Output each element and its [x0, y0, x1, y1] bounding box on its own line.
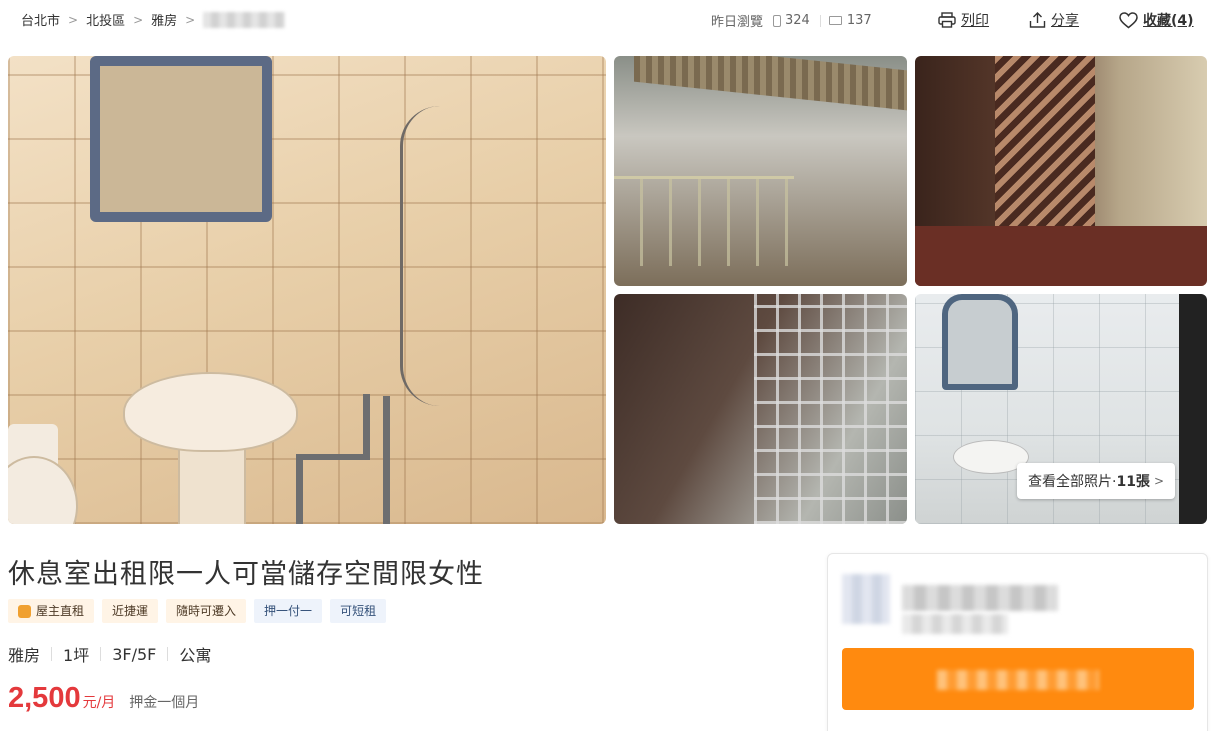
favorite-button[interactable]: 收藏(4) — [1119, 10, 1194, 30]
tag-deposit: 押一付一 — [254, 599, 323, 623]
pipe — [363, 394, 370, 460]
contact-button[interactable] — [842, 648, 1194, 710]
breadcrumb-district[interactable]: 北投區 — [86, 10, 125, 29]
pipe — [296, 454, 366, 460]
share-icon — [1029, 12, 1046, 28]
tag-move-in: 隨時可遷入 — [166, 599, 247, 623]
mobile-views: 324 — [785, 13, 810, 28]
contact-card — [827, 553, 1208, 731]
window-grille — [754, 294, 907, 524]
pipe — [296, 454, 303, 524]
breadcrumb: 台北市 > 北投區 > 雅房 > — [21, 10, 286, 29]
photo-count: 11張 — [1116, 474, 1150, 490]
door-edge — [1179, 294, 1207, 524]
awning — [634, 56, 907, 111]
spec-floor: 3F/5F — [112, 644, 157, 664]
see-all-photos-button[interactable]: 查看全部照片· 11張 > — [1017, 463, 1175, 499]
spec-building: 公寓 — [179, 646, 212, 665]
breadcrumb-redacted — [203, 11, 286, 28]
railing — [614, 176, 794, 266]
sink-basin — [123, 372, 298, 452]
top-bar: 台北市 > 北投區 > 雅房 > 昨日瀏覽 324 137 列印 分享 收藏(4… — [0, 0, 1230, 40]
chevron-right-icon: > — [1153, 474, 1164, 488]
avatar — [842, 574, 890, 624]
share-label: 分享 — [1051, 13, 1079, 29]
mirror — [942, 294, 1018, 390]
contact-sub-redacted — [902, 614, 1008, 634]
breadcrumb-separator: > — [68, 12, 79, 27]
floor — [915, 226, 1207, 286]
breadcrumb-separator: > — [185, 12, 196, 27]
views-label: 昨日瀏覽 — [711, 15, 764, 30]
see-all-label: 查看全部照片· — [1028, 474, 1117, 490]
breadcrumb-city[interactable]: 台北市 — [21, 10, 60, 29]
mobile-icon — [773, 14, 782, 27]
breadcrumb-separator: > — [133, 12, 144, 27]
divider — [100, 647, 102, 661]
desktop-views: 137 — [846, 13, 872, 28]
mirror — [90, 56, 272, 222]
share-button[interactable]: 分享 — [1029, 10, 1079, 30]
grille — [995, 56, 1095, 226]
tag-metro: 近捷運 — [102, 599, 159, 623]
tag-label: 押一付一 — [264, 604, 313, 618]
owner-badge-icon — [18, 604, 31, 618]
heart-icon — [1119, 11, 1138, 28]
printer-icon — [938, 12, 956, 28]
divider — [167, 647, 169, 661]
contact-button-label-redacted — [937, 670, 1099, 690]
listing-title: 休息室出租限一人可當儲存空間限女性 — [8, 559, 484, 590]
balcony-rack-photo[interactable] — [614, 294, 907, 524]
contact-name-redacted — [902, 585, 1058, 611]
tag-label: 可短租 — [340, 604, 377, 618]
shower-hose — [400, 106, 440, 406]
deposit-info: 押金一個月 — [129, 695, 200, 711]
divider — [819, 14, 821, 27]
tag-short-term: 可短租 — [330, 599, 387, 623]
main-photo[interactable] — [8, 56, 606, 524]
breadcrumb-type[interactable]: 雅房 — [151, 10, 177, 29]
tag-label: 屋主直租 — [36, 604, 85, 618]
print-button[interactable]: 列印 — [938, 10, 989, 30]
sink-pedestal — [178, 446, 246, 524]
doorway-photo[interactable] — [915, 56, 1207, 286]
tag-owner: 屋主直租 — [8, 599, 95, 623]
price-value: 2,500 — [8, 682, 81, 714]
print-label: 列印 — [961, 13, 989, 29]
spec-type: 雅房 — [8, 646, 41, 665]
pipe — [383, 396, 390, 524]
tag-label: 近捷運 — [112, 604, 149, 618]
tag-label: 隨時可遷入 — [176, 604, 237, 618]
divider — [51, 647, 53, 661]
view-stats: 昨日瀏覽 324 137 — [711, 11, 872, 30]
tag-list: 屋主直租 近捷運 隨時可遷入 押一付一 可短租 — [8, 599, 394, 623]
balcony-photo[interactable] — [614, 56, 907, 286]
listing-specs: 雅房 1坪 3F/5F 公寓 — [8, 642, 211, 666]
price-unit: 元/月 — [82, 695, 116, 711]
desktop-icon — [828, 16, 842, 25]
favorite-label: 收藏(4) — [1143, 13, 1194, 29]
spec-size: 1坪 — [63, 646, 90, 665]
price-block: 2,500 元/月 押金一個月 — [8, 682, 199, 715]
